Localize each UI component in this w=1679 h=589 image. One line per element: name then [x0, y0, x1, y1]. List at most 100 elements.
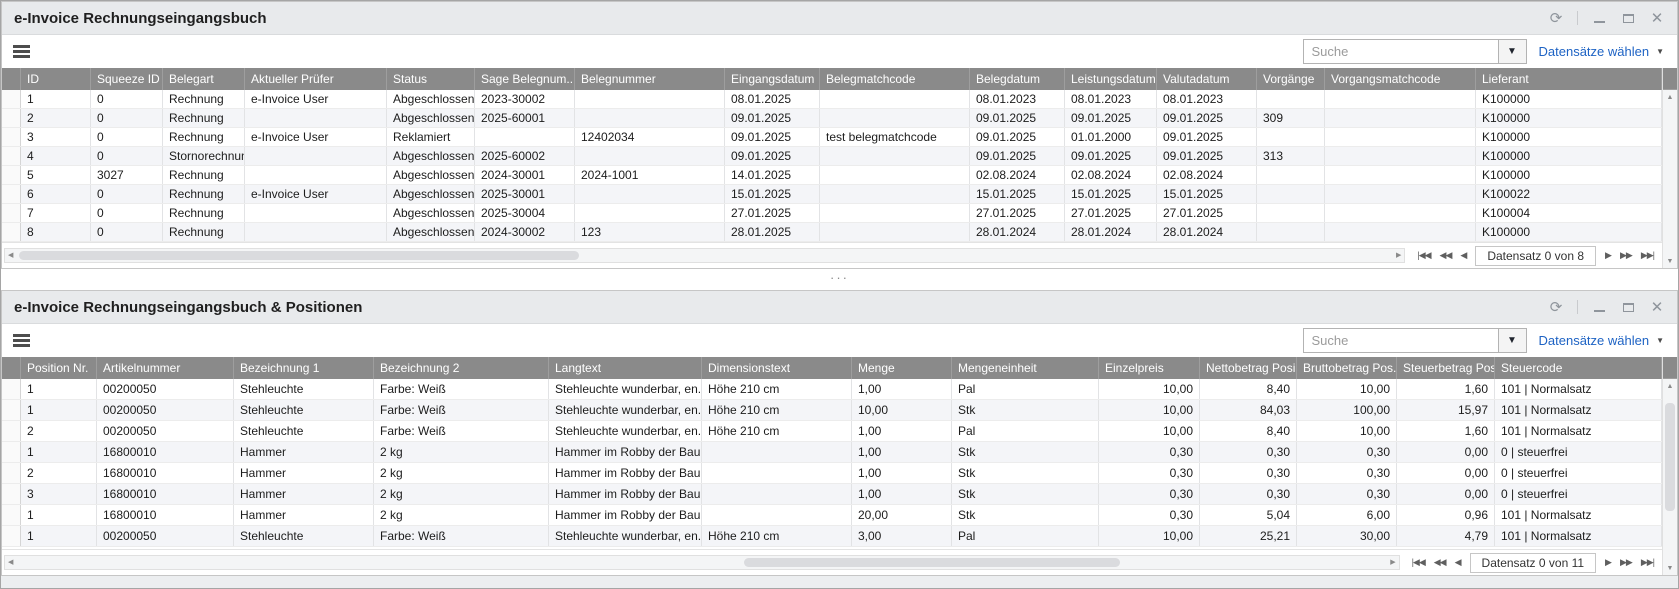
horizontal-scrollbar[interactable]: ◀ ▶ [4, 555, 1400, 570]
row-selector[interactable] [2, 379, 21, 399]
column-header[interactable]: Squeeze ID [91, 68, 163, 90]
table-row[interactable]: 10Rechnunge-Invoice UserAbgeschlossen202… [2, 90, 1662, 109]
row-selector[interactable] [2, 128, 21, 146]
column-header[interactable]: Vorgänge [1257, 68, 1325, 90]
next-record-button[interactable]: ▶ [1605, 251, 1611, 260]
row-selector[interactable] [2, 90, 21, 108]
scrollbar-thumb[interactable] [744, 558, 1120, 567]
column-header[interactable]: Lieferant [1476, 68, 1662, 90]
column-header[interactable]: Steuercode [1495, 357, 1662, 379]
column-header[interactable]: Nettobetrag Posi... [1200, 357, 1297, 379]
prev-page-button[interactable]: ◀◀ [1434, 558, 1446, 567]
search-input[interactable] [1303, 328, 1499, 353]
column-header[interactable]: Einzelpreis [1099, 357, 1200, 379]
row-selector[interactable] [2, 421, 21, 441]
column-header[interactable]: Steuerbetrag Pos... [1397, 357, 1495, 379]
next-record-button[interactable]: ▶ [1605, 558, 1611, 567]
row-selector[interactable] [2, 505, 21, 525]
table-row[interactable]: 60Rechnunge-Invoice UserAbgeschlossen202… [2, 185, 1662, 204]
column-header[interactable]: Mengeneinheit [952, 357, 1099, 379]
row-selector[interactable] [2, 526, 21, 546]
last-record-button[interactable]: ▶▶| [1641, 251, 1654, 260]
prev-record-button[interactable]: ◀ [1460, 251, 1466, 260]
panel-splitter[interactable]: ··· [1, 269, 1678, 290]
chevron-down-icon[interactable]: ▼ [1656, 47, 1664, 56]
refresh-icon[interactable]: ⟳ [1548, 10, 1564, 26]
scroll-right-icon[interactable]: ▶ [1390, 559, 1395, 566]
scrollbar-thumb[interactable] [1665, 403, 1675, 511]
column-header[interactable]: Vorgangsmatchcode [1325, 68, 1476, 90]
column-header[interactable]: Bezeichnung 1 [234, 357, 374, 379]
minimize-icon[interactable] [1591, 299, 1607, 315]
table-row[interactable]: 53027RechnungAbgeschlossen2024-300012024… [2, 166, 1662, 185]
table-row[interactable]: 316800010Hammer2 kgHammer im Robby der B… [2, 484, 1662, 505]
chevron-down-icon[interactable]: ▼ [1656, 336, 1664, 345]
minimize-icon[interactable] [1591, 10, 1607, 26]
choose-records-link[interactable]: Datensätze wählen [1539, 333, 1650, 348]
first-record-button[interactable]: |◀◀ [1417, 251, 1430, 260]
row-selector[interactable] [2, 185, 21, 203]
table-row[interactable]: 116800010Hammer2 kgHammer im Robby der B… [2, 505, 1662, 526]
row-selector[interactable] [2, 442, 21, 462]
first-record-button[interactable]: |◀◀ [1412, 558, 1425, 567]
column-header[interactable]: Sage Belegnum... [475, 68, 575, 90]
maximize-icon[interactable] [1620, 10, 1636, 26]
table-row[interactable]: 30Rechnunge-Invoice UserReklamiert124020… [2, 128, 1662, 147]
row-selector[interactable] [2, 223, 21, 241]
column-header[interactable]: Status [387, 68, 475, 90]
choose-records-link[interactable]: Datensätze wählen [1539, 44, 1650, 59]
table-row[interactable]: 216800010Hammer2 kgHammer im Robby der B… [2, 463, 1662, 484]
column-header[interactable]: Dimensionstext [702, 357, 852, 379]
scrollbar-thumb[interactable] [19, 251, 579, 260]
next-page-button[interactable]: ▶▶ [1620, 251, 1632, 260]
column-header[interactable]: Langtext [549, 357, 702, 379]
horizontal-scrollbar[interactable]: ◀ ▶ [4, 248, 1405, 263]
table-row[interactable]: 70RechnungAbgeschlossen2025-3000427.01.2… [2, 204, 1662, 223]
prev-page-button[interactable]: ◀◀ [1440, 251, 1452, 260]
last-record-button[interactable]: ▶▶| [1641, 558, 1654, 567]
row-selector[interactable] [2, 400, 21, 420]
scroll-down-icon[interactable]: ▼ [1663, 561, 1677, 575]
scrollbar-track[interactable] [1663, 393, 1677, 561]
menu-icon[interactable] [13, 334, 30, 347]
column-header[interactable]: Belegdatum [970, 68, 1065, 90]
menu-icon[interactable] [13, 45, 30, 58]
table-row[interactable]: 40StornorechnungAbgeschlossen2025-600020… [2, 147, 1662, 166]
table-row[interactable]: 80RechnungAbgeschlossen2024-3000212328.0… [2, 223, 1662, 242]
table-row[interactable]: 100200050StehleuchteFarbe: WeißStehleuch… [2, 379, 1662, 400]
row-selector[interactable] [2, 204, 21, 222]
column-header[interactable]: Artikelnummer [97, 357, 234, 379]
column-header[interactable]: Belegmatchcode [820, 68, 970, 90]
prev-record-button[interactable]: ◀ [1455, 558, 1461, 567]
scroll-left-icon[interactable]: ◀ [8, 252, 13, 259]
table-row[interactable]: 20RechnungAbgeschlossen2025-6000109.01.2… [2, 109, 1662, 128]
row-selector[interactable] [2, 484, 21, 504]
column-header[interactable]: Eingangsdatum [725, 68, 820, 90]
row-selector[interactable] [2, 109, 21, 127]
column-header[interactable]: Belegnummer [575, 68, 725, 90]
column-header[interactable]: ID [21, 68, 91, 90]
vertical-scrollbar[interactable]: ▲ ▼ [1662, 68, 1677, 268]
row-selector[interactable] [2, 147, 21, 165]
table-row[interactable]: 116800010Hammer2 kgHammer im Robby der B… [2, 442, 1662, 463]
scroll-right-icon[interactable]: ▶ [1396, 252, 1401, 259]
column-header[interactable]: Bezeichnung 2 [374, 357, 549, 379]
filter-button[interactable]: ▼ [1499, 39, 1527, 64]
column-header[interactable]: Position Nr. [21, 357, 97, 379]
close-icon[interactable]: ✕ [1649, 10, 1665, 26]
maximize-icon[interactable] [1620, 299, 1636, 315]
vertical-scrollbar[interactable]: ▲ ▼ [1662, 357, 1677, 575]
scroll-up-icon[interactable]: ▲ [1663, 90, 1677, 104]
refresh-icon[interactable]: ⟳ [1548, 299, 1564, 315]
row-selector[interactable] [2, 463, 21, 483]
column-header[interactable]: Menge [852, 357, 952, 379]
column-header[interactable]: Valutadatum [1157, 68, 1257, 90]
scrollbar-track[interactable] [1663, 104, 1677, 254]
table-row[interactable]: 100200050StehleuchteFarbe: WeißStehleuch… [2, 526, 1662, 547]
table-row[interactable]: 200200050StehleuchteFarbe: WeißStehleuch… [2, 421, 1662, 442]
next-page-button[interactable]: ▶▶ [1620, 558, 1632, 567]
scroll-down-icon[interactable]: ▼ [1663, 254, 1677, 268]
search-input[interactable] [1303, 39, 1499, 64]
row-selector[interactable] [2, 166, 21, 184]
close-icon[interactable]: ✕ [1649, 299, 1665, 315]
